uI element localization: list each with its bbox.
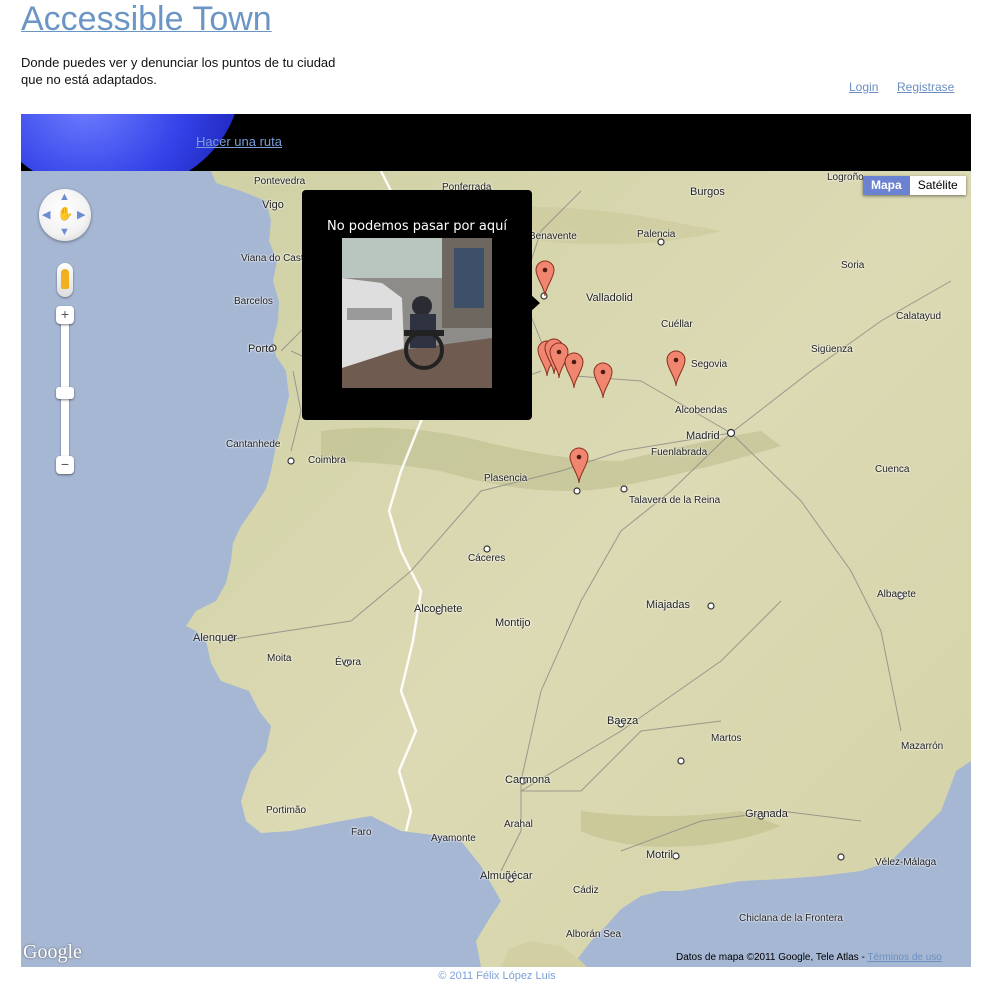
pan-left-icon[interactable]: ◀ (42, 208, 50, 221)
city-label: Évora (335, 657, 362, 668)
city-label: Valladolid (586, 292, 633, 304)
zoom-slider-handle[interactable] (56, 387, 74, 399)
make-route-link[interactable]: Hacer una ruta (196, 134, 282, 149)
city-label: Palencia (637, 229, 676, 240)
city-label: Albacete (877, 589, 916, 600)
city-label: Burgos (690, 186, 725, 198)
register-link[interactable]: Registrase (897, 80, 954, 94)
city-label: Barcelos (234, 296, 273, 307)
city-label: Arahal (504, 819, 533, 830)
city-label: Coimbra (308, 455, 346, 466)
city-label: Segovia (691, 359, 728, 370)
city-label: Alcochete (414, 603, 463, 615)
city-label: Moita (267, 653, 292, 664)
map-type-map-button[interactable]: Mapa (863, 176, 910, 195)
city-label: Cáceres (468, 553, 506, 564)
map-attribution-text: Datos de mapa ©2011 Google, Tele Atlas - (676, 952, 865, 963)
pan-right-icon[interactable]: ▶ (77, 208, 85, 221)
city-label: Martos (711, 733, 742, 744)
map-type-control: Mapa Satélite (863, 176, 966, 195)
pan-down-icon[interactable]: ▼ (59, 226, 70, 238)
city-label: Faro (351, 827, 372, 838)
city-label: Cuéllar (661, 319, 693, 330)
city-label: Soria (841, 260, 865, 271)
street-view-pegman-icon[interactable] (57, 263, 73, 297)
pan-control[interactable]: ▲ ▼ ◀ ▶ ✋ (39, 189, 91, 241)
zoom-in-button[interactable]: + (56, 306, 74, 324)
city-label: Chiclana de la Frontera (739, 913, 843, 924)
footer-copyright: © 2011 Félix López Luis (438, 970, 556, 982)
city-label: Ayamonte (431, 833, 476, 844)
city-label: Vigo (262, 199, 284, 211)
city-label: Granada (745, 808, 788, 820)
city-label: Carmona (505, 774, 551, 786)
city-label: Baeza (607, 715, 639, 727)
city-label: Motril (646, 849, 673, 861)
login-link[interactable]: Login (849, 80, 878, 94)
city-label: Madrid (686, 430, 720, 442)
city-label: Portimão (266, 805, 307, 816)
city-label: Sigüenza (811, 344, 853, 355)
hand-icon: ✋ (57, 206, 74, 221)
google-logo: Google (23, 941, 82, 963)
terms-of-use-link[interactable]: Términos de uso (867, 952, 941, 963)
zoom-out-button[interactable]: − (56, 456, 74, 474)
city-label: Benavente (529, 231, 577, 242)
map-toolbar: Hacer una ruta (21, 114, 971, 171)
city-label: Cantanhede (226, 439, 281, 450)
city-label: Porto (248, 343, 275, 355)
city-label: Plasencia (484, 473, 528, 484)
city-label: Calatayud (896, 311, 942, 322)
city-label: Talavera de la Reina (629, 495, 721, 506)
city-label: Alborán Sea (566, 929, 622, 940)
map-attribution: Datos de mapa ©2011 Google, Tele Atlas -… (676, 952, 942, 963)
city-label: Mazarrón (901, 741, 944, 752)
site-tagline: Donde puedes ver y denunciar los puntos … (21, 55, 336, 87)
city-label: Cuenca (875, 464, 910, 475)
site-title[interactable]: Accessible Town (21, 0, 272, 38)
city-label: Vélez-Málaga (875, 857, 937, 868)
pan-up-icon[interactable]: ▲ (59, 191, 70, 203)
info-window-title: No podemos pasar por aquí (327, 219, 507, 234)
map-type-satellite-button[interactable]: Satélite (909, 176, 966, 195)
map-canvas[interactable]: Pontevedra Ponferrada Burgos Logroño Vig… (21, 171, 971, 967)
photo-wheelchair-street (342, 238, 492, 388)
city-label: Alcobendas (675, 405, 728, 416)
city-label: Almuñécar (480, 870, 533, 882)
city-label: Cádiz (573, 885, 599, 896)
info-window-photo (342, 238, 492, 388)
city-label: Fuenlabrada (651, 447, 708, 458)
info-window-tail (530, 294, 540, 312)
city-label: Pontevedra (254, 176, 306, 187)
city-label: Logroño (827, 172, 864, 183)
city-label: Miajadas (646, 599, 691, 611)
city-label: Alenquer (193, 632, 238, 644)
map-panel: Hacer una ruta Pontevedra Ponferrada Bur… (21, 114, 971, 967)
marker-info-window: No podemos pasar por aquí (302, 190, 540, 420)
city-label: Montijo (495, 617, 531, 629)
